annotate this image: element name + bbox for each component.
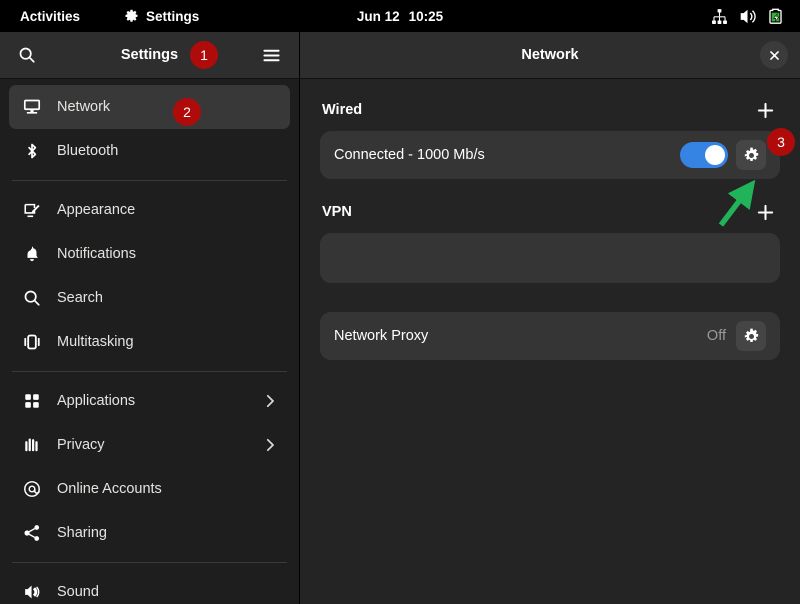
activities-button[interactable]: Activities <box>12 6 88 27</box>
bell-icon <box>21 245 43 263</box>
sidebar-item-sharing[interactable]: Sharing <box>9 511 290 555</box>
battery-charging-icon <box>767 8 784 25</box>
add-wired-button[interactable] <box>752 97 778 123</box>
wired-connection-row[interactable]: Connected - 1000 Mb/s <box>320 131 780 179</box>
page-title: Network <box>521 47 579 63</box>
sidebar-item-notifications[interactable]: Notifications <box>9 232 290 276</box>
speaker-icon <box>21 583 43 601</box>
sidebar-item-privacy[interactable]: Privacy <box>9 423 290 467</box>
wired-section-header: Wired <box>320 89 780 131</box>
at-sign-icon <box>21 480 43 498</box>
multitasking-icon <box>21 333 43 351</box>
sidebar-separator <box>12 371 287 372</box>
annotation-badge-2: 2 <box>173 98 201 126</box>
app-menu-button[interactable]: Settings <box>116 6 207 27</box>
sidebar-nav-list: Network Bluetooth Appearance Notificatio… <box>0 79 299 604</box>
search-icon <box>21 289 43 307</box>
sidebar-item-label: Sharing <box>57 525 107 541</box>
panel-header: Network <box>300 32 800 79</box>
wired-toggle[interactable] <box>680 142 728 168</box>
section-title: Wired <box>322 102 363 118</box>
vpn-empty-card[interactable] <box>320 233 780 283</box>
settings-window: Activities Settings Jun 12 10:25 Setting… <box>0 0 800 604</box>
sidebar-item-label: Online Accounts <box>57 481 162 497</box>
bluetooth-icon <box>21 142 43 160</box>
sidebar-item-label: Bluetooth <box>57 143 119 159</box>
sidebar-item-label: Privacy <box>57 437 105 453</box>
badge-text: 3 <box>777 134 785 150</box>
sidebar-item-multitasking[interactable]: Multitasking <box>9 320 290 364</box>
sidebar-item-label: Appearance <box>57 202 136 218</box>
badge-text: 2 <box>183 104 191 120</box>
sidebar-item-label: Multitasking <box>57 334 134 350</box>
chevron-right-icon <box>262 393 278 409</box>
sidebar-item-appearance[interactable]: Appearance <box>9 188 290 232</box>
section-title: VPN <box>322 204 352 220</box>
chevron-right-icon <box>262 437 278 453</box>
network-proxy-settings-button[interactable] <box>736 321 766 351</box>
clock-time: 10:25 <box>408 8 444 24</box>
gnome-top-bar: Activities Settings Jun 12 10:25 <box>0 0 800 32</box>
sidebar-header: Settings <box>0 32 299 79</box>
share-nodes-icon <box>21 524 43 542</box>
volume-icon <box>739 8 756 25</box>
hand-privacy-icon <box>21 436 43 454</box>
sidebar-separator <box>12 562 287 563</box>
sidebar-item-label: Notifications <box>57 246 136 262</box>
hamburger-menu-icon <box>262 46 281 65</box>
sidebar-item-applications[interactable]: Applications <box>9 379 290 423</box>
sidebar-item-label: Sound <box>57 584 99 600</box>
sidebar-item-sound[interactable]: Sound <box>9 570 290 604</box>
sidebar-item-label: Applications <box>57 393 136 409</box>
sidebar-item-online-accounts[interactable]: Online Accounts <box>9 467 290 511</box>
annotation-badge-3: 3 <box>767 128 795 156</box>
sidebar-item-search[interactable]: Search <box>9 276 290 320</box>
sidebar-separator <box>12 180 287 181</box>
annotation-badge-1: 1 <box>190 41 218 69</box>
close-window-button[interactable] <box>760 41 788 69</box>
sidebar-item-label: Network <box>57 99 111 115</box>
clock-button[interactable]: Jun 12 10:25 <box>349 6 451 27</box>
sidebar-item-network[interactable]: Network <box>9 85 290 129</box>
network-wired-icon <box>21 98 43 116</box>
sidebar-item-label: Search <box>57 290 103 306</box>
sidebar-item-bluetooth[interactable]: Bluetooth <box>9 129 290 173</box>
add-vpn-button[interactable] <box>752 199 778 225</box>
gear-icon <box>743 147 760 164</box>
network-proxy-label: Network Proxy <box>334 328 429 344</box>
sidebar-title: Settings <box>120 47 179 63</box>
hamburger-menu-button[interactable] <box>257 41 285 69</box>
close-icon <box>768 49 781 62</box>
gear-icon <box>743 328 760 345</box>
vpn-section-header: VPN <box>320 191 780 233</box>
toggle-knob <box>705 145 725 165</box>
clock-date: Jun 12 <box>356 8 400 24</box>
network-wired-icon <box>711 8 728 25</box>
plus-icon <box>756 203 775 222</box>
network-proxy-row[interactable]: Network Proxy Off <box>320 312 780 360</box>
network-panel: Network Wired Connected - 1000 Mb/s VPN … <box>300 32 800 604</box>
app-menu-label: Settings <box>146 8 200 24</box>
badge-text: 1 <box>200 47 208 63</box>
wired-section: Wired Connected - 1000 Mb/s <box>320 89 780 179</box>
wired-settings-button[interactable] <box>736 140 766 170</box>
vpn-section: VPN <box>320 191 780 283</box>
wired-status-label: Connected - 1000 Mb/s <box>334 147 485 163</box>
plus-icon <box>756 101 775 120</box>
settings-sidebar: Settings Network Bluetooth Appearance No… <box>0 32 300 604</box>
search-button[interactable] <box>12 40 42 70</box>
system-status-area[interactable] <box>705 5 790 28</box>
network-proxy-section: Network Proxy Off <box>320 312 780 360</box>
grid-apps-icon <box>21 392 43 410</box>
network-proxy-value: Off <box>706 328 726 344</box>
gear-icon <box>124 9 139 24</box>
appearance-icon <box>21 201 43 219</box>
